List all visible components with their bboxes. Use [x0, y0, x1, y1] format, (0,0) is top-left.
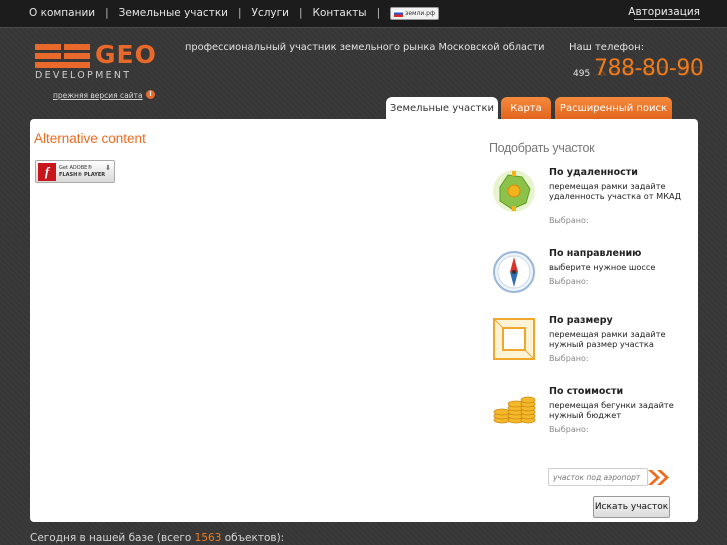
old-version-link[interactable]: прежняя версия сайта: [53, 91, 143, 100]
compass-icon: [493, 251, 535, 293]
logo-bars-icon: [35, 44, 91, 68]
plot-search-input[interactable]: [548, 468, 648, 486]
tab-land-plots[interactable]: Земельные участки: [386, 97, 498, 119]
option-direction-title[interactable]: По направлению: [549, 248, 641, 259]
logo-subtext: DEVELOPMENT: [35, 70, 132, 81]
option-size-selected: Выбрано:: [549, 354, 589, 363]
top-nav: О компании | Земельные участки | Услуги …: [29, 0, 440, 26]
option-size-title[interactable]: По размеру: [549, 315, 613, 326]
russia-flag-icon: [394, 9, 404, 17]
phone-label: Наш телефон:: [569, 42, 645, 53]
domain-badge[interactable]: земли.рф: [390, 6, 440, 20]
tagline: профессиональный участник земельного рын…: [185, 42, 545, 53]
option-direction-selected: Выбрано:: [549, 277, 589, 286]
option-distance-selected: Выбрано:: [549, 216, 589, 225]
flash-icon: f: [38, 163, 56, 181]
phone-code: 495: [573, 69, 591, 79]
logo-text: GEO: [95, 40, 157, 69]
login-link[interactable]: Авторизация: [628, 6, 700, 18]
login-underline: [634, 19, 700, 20]
option-size-desc: перемещая рамки задайте нужный размер уч…: [549, 329, 666, 349]
tab-map[interactable]: Карта: [501, 97, 551, 119]
phone-number-reflection: 788-80-90: [594, 63, 704, 77]
summary-prefix: Сегодня в нашей базе (всего: [30, 532, 195, 544]
nav-separator: |: [105, 7, 109, 19]
flash-button-line2: FLASH® PLAYER: [59, 172, 106, 178]
nav-item-about[interactable]: О компании: [29, 7, 95, 19]
nav-separator: |: [376, 7, 381, 19]
database-summary: Сегодня в нашей базе (всего 1563 объекто…: [30, 532, 284, 544]
alternative-content-title: Alternative content: [34, 131, 146, 146]
size-frame-icon: [493, 318, 535, 360]
get-flash-player-button[interactable]: f Get ADOBE® FLASH® PLAYER ⬇: [35, 160, 115, 183]
option-direction-desc: выберите нужное шоссе: [549, 262, 656, 272]
option-price-title[interactable]: По стоимости: [549, 386, 623, 397]
option-distance-title[interactable]: По удаленности: [549, 167, 638, 178]
nav-separator: |: [298, 7, 303, 19]
nav-separator: |: [238, 7, 242, 19]
distance-map-icon: [493, 170, 535, 212]
flash-button-line1: Get ADOBE®: [59, 165, 93, 171]
nav-item-contacts[interactable]: Контакты: [313, 7, 367, 19]
main-panel: Alternative content f Get ADOBE® FLASH® …: [30, 119, 698, 522]
nav-item-services[interactable]: Услуги: [252, 7, 289, 19]
nav-item-land-plots[interactable]: Земельные участки: [119, 7, 228, 19]
search-plot-button[interactable]: Искать участок: [593, 496, 670, 518]
option-distance-desc: перемещая рамки задайте удаленность учас…: [549, 181, 681, 201]
summary-suffix: объектов):: [221, 532, 285, 544]
coins-icon: [493, 396, 536, 424]
picker-title: Подобрать участок: [489, 141, 595, 155]
option-price-desc: перемещая бегунки задайте нужный бюджет: [549, 400, 674, 420]
download-arrow-icon: ⬇: [105, 164, 111, 172]
top-nav-bar: О компании | Земельные участки | Услуги …: [0, 0, 727, 28]
object-count[interactable]: 1563: [195, 532, 222, 544]
domain-badge-label: земли.рф: [405, 9, 436, 17]
double-arrow-icon[interactable]: [647, 469, 671, 486]
option-price-selected: Выбрано:: [549, 425, 589, 434]
tab-advanced-search[interactable]: Расширенный поиск: [555, 97, 672, 119]
info-icon[interactable]: !: [146, 90, 155, 99]
